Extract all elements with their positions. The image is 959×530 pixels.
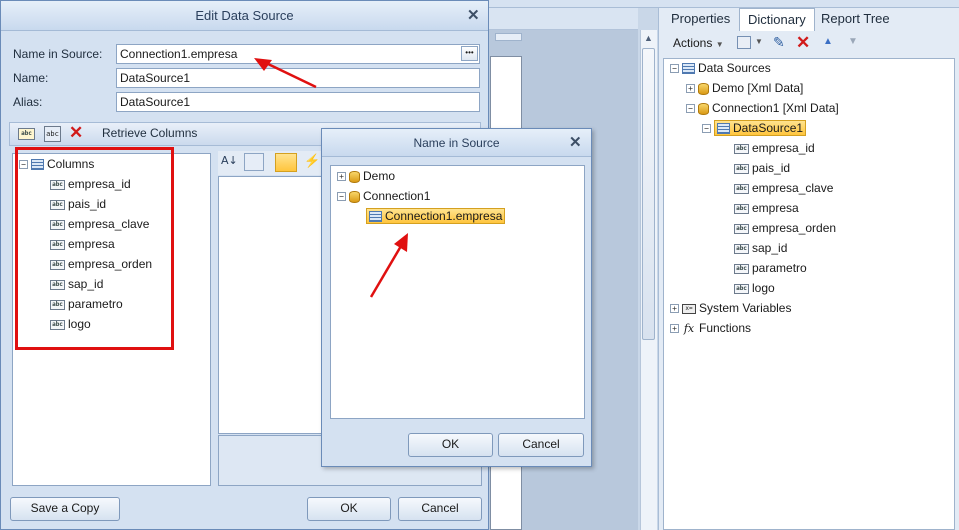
annotation-arrows — [254, 58, 408, 298]
arrow-to-selected-node — [369, 233, 408, 298]
arrow-to-name-field — [254, 58, 317, 89]
